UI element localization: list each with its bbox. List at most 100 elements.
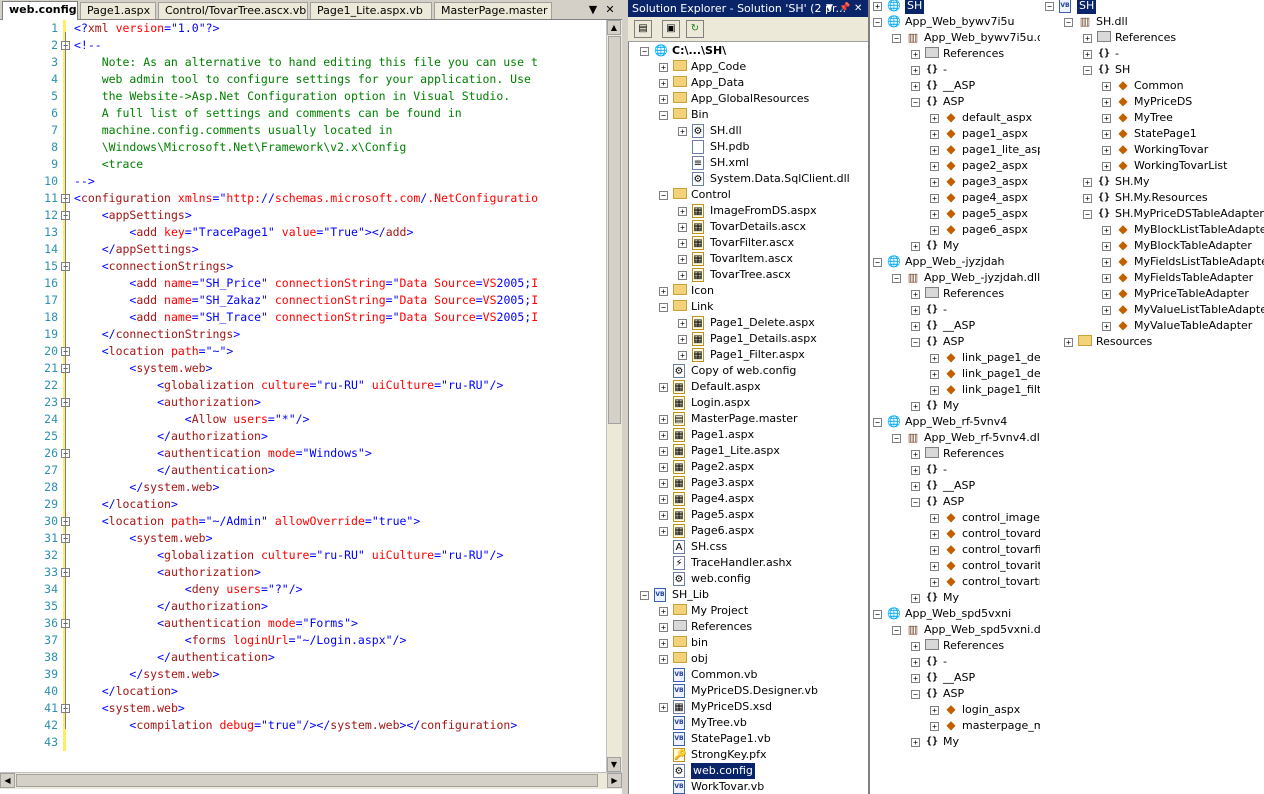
expand-icon[interactable]: + xyxy=(911,322,920,331)
expand-icon[interactable]: + xyxy=(678,351,687,360)
tree-item[interactable]: + {} SH.My.Resources xyxy=(1040,190,1264,206)
tree-item[interactable]: + ▦ Page1.aspx xyxy=(628,427,868,443)
expand-icon[interactable]: + xyxy=(911,50,920,59)
tree-item[interactable]: + {} SH.My xyxy=(1040,174,1264,190)
tree-item[interactable]: + {} My xyxy=(870,398,1040,414)
code-line[interactable]: <forms loginUrl="~/Login.aspx"/> xyxy=(74,632,407,649)
expand-icon[interactable]: + xyxy=(659,639,668,648)
tree-item[interactable]: + ▦ Page3.aspx xyxy=(628,475,868,491)
tree-item[interactable]: + References xyxy=(870,446,1040,462)
scroll-thumb[interactable] xyxy=(608,36,621,424)
collapse-icon[interactable]: − xyxy=(659,111,668,120)
expand-icon[interactable]: + xyxy=(1102,130,1111,139)
tree-item[interactable]: ⚙ System.Data.SqlClient.dll xyxy=(628,171,868,187)
code-line[interactable]: <!-- xyxy=(74,37,102,54)
collapse-icon[interactable]: − xyxy=(659,191,668,200)
tab-web-config[interactable]: web.config xyxy=(2,1,78,20)
code-line[interactable]: <authentication mode="Windows"> xyxy=(74,445,372,462)
tree-item[interactable]: + ▦ ImageFromDS.aspx xyxy=(628,203,868,219)
tree-item[interactable]: + {} __ASP xyxy=(870,478,1040,494)
expand-icon[interactable]: + xyxy=(911,242,920,251)
tree-item[interactable]: + ◆ masterpage_master xyxy=(870,718,1073,734)
code-line[interactable]: <configuration xmlns="http://schemas.mic… xyxy=(74,190,538,207)
tree-item[interactable]: −{} ASP xyxy=(870,334,1040,350)
tree-item[interactable]: + ⚙ SH.dll xyxy=(628,123,868,139)
tree-item[interactable]: VB MyTree.vb xyxy=(628,715,868,731)
editor-horizontal-scrollbar[interactable]: ◀ ▶ xyxy=(0,772,622,789)
tree-item[interactable]: − 🌐 App_Web_spd5vxni xyxy=(870,606,1040,622)
expand-icon[interactable]: + xyxy=(911,290,920,299)
tree-item[interactable]: + ▦ Page1_Delete.aspx xyxy=(628,315,868,331)
expand-icon[interactable]: + xyxy=(911,482,920,491)
tree-item[interactable]: + ◆ MyFieldsListTableAdapter xyxy=(1040,254,1264,270)
tree-item[interactable]: + ▦ Page1_Filter.aspx xyxy=(628,347,868,363)
object-browser-right-tree[interactable]: − VB SH − ▥ SH.dll + References +{} - −{} SH + ◆ Commo… xyxy=(1040,0,1264,794)
collapse-icon[interactable]: − xyxy=(911,690,920,699)
tree-item[interactable]: + bin xyxy=(628,635,868,651)
tree-item[interactable]: VB MyPriceDS.Designer.vb xyxy=(628,683,868,699)
code-line[interactable]: </appSettings> xyxy=(74,241,199,258)
code-line[interactable]: <?xml version="1.0"?> xyxy=(74,20,219,37)
scroll-up-icon[interactable]: ▲ xyxy=(607,20,621,35)
expand-icon[interactable]: + xyxy=(659,479,668,488)
tree-item[interactable]: + {} - xyxy=(870,62,1040,78)
tree-item[interactable]: + ◆ page5_aspx xyxy=(870,206,1040,222)
expand-icon[interactable]: + xyxy=(1102,290,1111,299)
code-line[interactable]: <add name="SH_Trace" connectionString="D… xyxy=(74,309,538,326)
editor-vertical-scrollbar[interactable]: ▲ ▼ xyxy=(606,20,623,772)
tree-item[interactable]: SH.pdb xyxy=(628,139,868,155)
object-browser-left-tree[interactable]: + 🌐 SH − 🌐 App_Web_bywv7i5u − ▥ App_Web_bywv7i5u… xyxy=(870,0,1110,794)
tree-item[interactable]: + ◆ link_page1_details_aspx xyxy=(870,366,1095,382)
code-line[interactable]: <connectionStrings> xyxy=(74,258,234,275)
tree-item[interactable]: −{} ASP xyxy=(870,494,1040,510)
expand-icon[interactable]: + xyxy=(911,306,920,315)
expand-icon[interactable]: + xyxy=(659,607,668,616)
code-line[interactable]: <globalization culture="ru-RU" uiCulture… xyxy=(74,377,503,394)
tree-item[interactable]: + ◆ MyTree xyxy=(1040,110,1264,126)
expand-icon[interactable]: + xyxy=(659,95,668,104)
refresh-icon[interactable]: ↻ xyxy=(686,20,704,38)
tree-item[interactable]: + ◆ MyValueListTableAdapter xyxy=(1040,302,1264,318)
tree-item[interactable]: + ▦ TovarDetails.ascx xyxy=(628,219,868,235)
expand-icon[interactable]: + xyxy=(678,223,687,232)
expand-icon[interactable]: + xyxy=(659,447,668,456)
tree-item[interactable]: + Resources xyxy=(1040,334,1264,350)
tree-item[interactable]: + ◆ control_tovartree_ascx xyxy=(870,574,1087,590)
code-line[interactable]: </authentication> xyxy=(74,462,275,479)
tree-item[interactable]: + {} __ASP xyxy=(870,318,1040,334)
expand-icon[interactable]: + xyxy=(930,562,939,571)
tab-list-dropdown-icon[interactable]: ▼ xyxy=(586,3,600,16)
expand-icon[interactable]: + xyxy=(659,383,668,392)
expand-icon[interactable]: + xyxy=(930,578,939,587)
tree-item[interactable]: + ◆ WorkingTovarList xyxy=(1040,158,1264,174)
tree-item[interactable]: − VB SH xyxy=(1040,0,1264,14)
expand-icon[interactable]: + xyxy=(930,706,939,715)
tree-item[interactable]: + {} My xyxy=(870,238,1040,254)
close-panel-icon[interactable]: ✕ xyxy=(854,0,862,17)
expand-icon[interactable]: + xyxy=(930,530,939,539)
tree-item[interactable]: + ◆ Common xyxy=(1040,78,1264,94)
tree-item[interactable]: ⚡ TraceHandler.ashx xyxy=(628,555,868,571)
tree-item[interactable]: − 🌐 C:\...\SH\ xyxy=(628,43,868,59)
expand-icon[interactable]: + xyxy=(1083,50,1092,59)
tab-tovartree-ascx-vb[interactable]: Control/TovarTree.ascx.vb xyxy=(158,2,308,19)
expand-icon[interactable]: + xyxy=(930,194,939,203)
code-line[interactable]: <authorization> xyxy=(74,394,261,411)
tab-page1-aspx[interactable]: Page1.aspx xyxy=(80,2,156,19)
expand-icon[interactable]: + xyxy=(659,511,668,520)
expand-icon[interactable]: + xyxy=(911,82,920,91)
code-line[interactable]: Note: As an alternative to hand editing … xyxy=(74,54,538,71)
expand-icon[interactable]: + xyxy=(930,722,939,731)
tab-masterpage-master[interactable]: MasterPage.master xyxy=(434,2,552,19)
tree-item[interactable]: −{} ASP xyxy=(870,686,1040,702)
code-line[interactable]: machine.config.comments usually located … xyxy=(74,122,393,139)
expand-icon[interactable]: + xyxy=(659,415,668,424)
tree-item[interactable]: + {} __ASP xyxy=(870,670,1040,686)
code-line[interactable]: <appSettings> xyxy=(74,207,192,224)
code-line[interactable]: </system.web> xyxy=(74,479,219,496)
show-all-files-icon[interactable]: ▣ xyxy=(662,20,680,38)
tree-item[interactable]: + ◆ link_page1_delete_aspx xyxy=(870,350,1093,366)
tree-item[interactable]: VB WorkTovar.vb xyxy=(628,779,868,794)
tree-item[interactable]: + ▦ Page2.aspx xyxy=(628,459,868,475)
collapse-icon[interactable]: − xyxy=(892,274,901,283)
